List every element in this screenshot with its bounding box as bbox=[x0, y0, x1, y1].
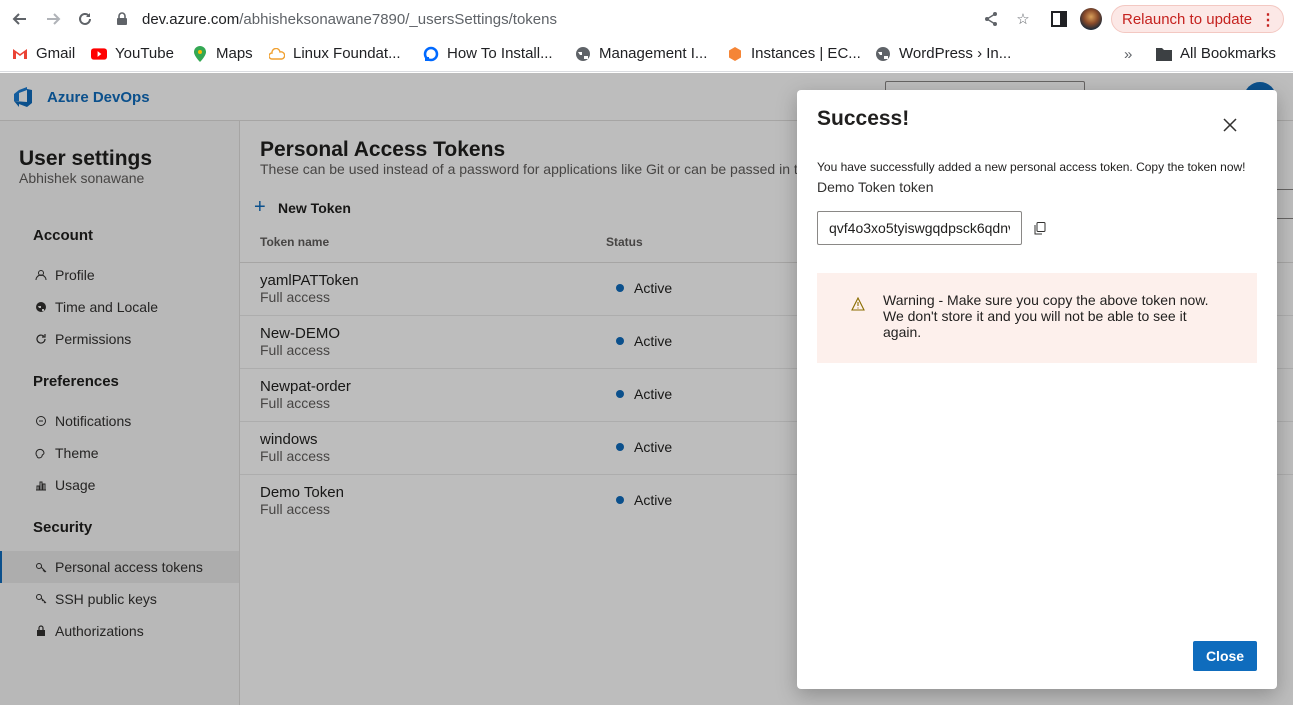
back-arrow-icon bbox=[12, 13, 26, 25]
gmail-icon bbox=[12, 46, 28, 62]
bookmark-wordpress[interactable]: WordPress › In... bbox=[875, 45, 1011, 62]
bookmark-linux-foundation[interactable]: Linux Foundat... bbox=[269, 45, 401, 62]
share-icon[interactable] bbox=[982, 10, 1000, 28]
bookmarks-bar: Gmail YouTube Maps Linux Foundat... How … bbox=[0, 38, 1293, 72]
bookmark-maps[interactable]: Maps bbox=[192, 45, 253, 62]
bookmark-how-to-install[interactable]: How To Install... bbox=[423, 45, 553, 62]
linux-foundation-icon bbox=[269, 46, 285, 62]
bookmark-management[interactable]: Management I... bbox=[575, 45, 707, 62]
lock-icon bbox=[114, 11, 130, 27]
relaunch-button[interactable]: Relaunch to update ⋮ bbox=[1111, 5, 1284, 33]
close-button[interactable]: Close bbox=[1193, 641, 1257, 671]
browser-profile-avatar[interactable] bbox=[1080, 8, 1102, 30]
globe-icon bbox=[875, 46, 891, 62]
bookmark-label: YouTube bbox=[115, 45, 174, 62]
folder-icon bbox=[1156, 47, 1172, 61]
bookmark-label: Maps bbox=[216, 45, 253, 62]
copy-icon[interactable] bbox=[1031, 219, 1049, 237]
forward-button[interactable] bbox=[41, 7, 65, 31]
dialog-close-icon[interactable] bbox=[1218, 113, 1242, 137]
bookmark-gmail[interactable]: Gmail bbox=[12, 45, 75, 62]
all-bookmarks-label: All Bookmarks bbox=[1180, 45, 1276, 62]
url-text: dev.azure.com/abhisheksonawane7890/_user… bbox=[142, 10, 557, 28]
relaunch-label: Relaunch to update bbox=[1122, 10, 1253, 28]
maps-icon bbox=[192, 45, 208, 62]
dialog-title: Success! bbox=[817, 107, 910, 130]
reload-button[interactable] bbox=[73, 7, 97, 31]
reload-icon bbox=[79, 12, 91, 25]
back-button[interactable] bbox=[8, 7, 32, 31]
warning-icon bbox=[851, 297, 865, 311]
warning-message-bar: Warning - Make sure you copy the above t… bbox=[817, 273, 1257, 363]
bookmark-instances-ec2[interactable]: Instances | EC... bbox=[727, 45, 861, 62]
bookmark-label: Instances | EC... bbox=[751, 45, 861, 62]
youtube-icon bbox=[91, 46, 107, 62]
token-label: Demo Token token bbox=[817, 179, 934, 195]
bookmark-label: Linux Foundat... bbox=[293, 45, 401, 62]
bookmark-label: WordPress › In... bbox=[899, 45, 1012, 62]
browser-toolbar: dev.azure.com/abhisheksonawane7890/_user… bbox=[0, 0, 1293, 38]
warning-text: Warning - Make sure you copy the above t… bbox=[883, 292, 1209, 340]
token-value-field[interactable] bbox=[817, 211, 1022, 245]
star-icon[interactable]: ☆ bbox=[1014, 10, 1032, 28]
bookmark-label: How To Install... bbox=[447, 45, 553, 62]
azure-devops-app: Azure DevOps User settings Abhishek sona… bbox=[0, 73, 1293, 705]
digitalocean-icon bbox=[423, 46, 439, 62]
more-vert-icon: ⋮ bbox=[1260, 12, 1276, 29]
success-dialog: Success! You have successfully added a n… bbox=[797, 90, 1277, 689]
bookmark-label: Management I... bbox=[599, 45, 708, 62]
forward-arrow-icon bbox=[47, 13, 61, 25]
bookmark-youtube[interactable]: YouTube bbox=[91, 45, 174, 62]
side-panel-icon[interactable] bbox=[1050, 10, 1068, 28]
bookmark-label: Gmail bbox=[36, 45, 76, 62]
globe-icon bbox=[575, 46, 591, 62]
bookmarks-overflow-icon[interactable]: » bbox=[1124, 46, 1132, 63]
dialog-message: You have successfully added a new person… bbox=[817, 160, 1246, 174]
address-bar[interactable]: dev.azure.com/abhisheksonawane7890/_user… bbox=[108, 4, 1038, 34]
aws-icon bbox=[727, 46, 743, 62]
all-bookmarks[interactable]: All Bookmarks bbox=[1156, 45, 1276, 62]
